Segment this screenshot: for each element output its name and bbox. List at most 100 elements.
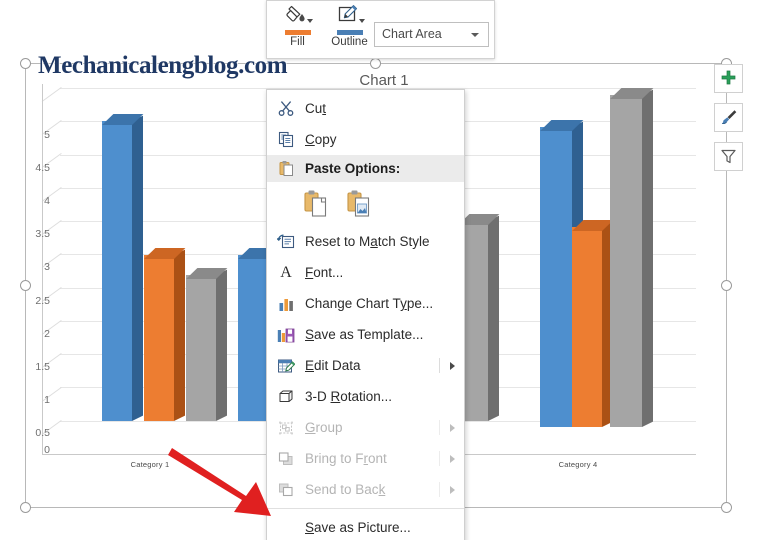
chart-elements-button[interactable] xyxy=(714,64,743,93)
selection-handle-bottom-right[interactable] xyxy=(721,502,732,513)
menu-item-label: Group xyxy=(305,420,343,435)
bar-series3-cat1[interactable] xyxy=(186,268,228,421)
y-axis-tick: 3 xyxy=(44,261,50,273)
submenu-arrow-icon xyxy=(450,362,455,370)
bar-side xyxy=(642,89,653,427)
outline-button[interactable]: Outline xyxy=(326,4,373,48)
fill-button[interactable]: Fill xyxy=(274,4,321,48)
menu-item-font[interactable]: A Font... xyxy=(267,257,464,288)
menu-item-save-as-picture[interactable]: Save as Picture... xyxy=(267,512,464,540)
clipboard-document-icon xyxy=(304,190,327,217)
bar-face xyxy=(186,275,216,421)
y-axis-tick: 0.5 xyxy=(35,427,50,439)
menu-item-label: Send to Back xyxy=(305,482,386,497)
y-axis-tick: 3.5 xyxy=(35,228,50,240)
menu-item-reset-to-match-style[interactable]: Reset to Match Style xyxy=(267,226,464,257)
menu-item-copy[interactable]: Copy xyxy=(267,124,464,155)
submenu-divider xyxy=(439,420,440,435)
menu-item-label: Bring to Front xyxy=(305,451,387,466)
bar-side xyxy=(488,215,499,421)
font-a-icon: A xyxy=(280,263,292,281)
mini-toolbar: Fill Outline Chart Area xyxy=(266,0,495,59)
submenu-divider xyxy=(439,482,440,497)
copy-icon xyxy=(267,124,305,155)
bar-series3-cat4[interactable] xyxy=(610,88,654,427)
edit-data-icon xyxy=(267,350,305,381)
y-axis-tick: 2.5 xyxy=(35,295,50,307)
submenu-arrow-icon xyxy=(450,424,455,432)
outline-dropdown-caret-icon[interactable] xyxy=(359,19,365,23)
bar-series2-cat4[interactable] xyxy=(572,220,614,427)
menu-item-label: Edit Data xyxy=(305,358,361,373)
bar-face xyxy=(102,121,132,421)
menu-item-save-as-template[interactable]: Save as Template... xyxy=(267,319,464,350)
y-axis-tick: 0 xyxy=(44,444,50,456)
fill-bucket-icon xyxy=(286,5,305,22)
menu-item-label: 3-D Rotation... xyxy=(305,389,393,404)
bar-face xyxy=(572,227,602,427)
context-menu: Cut Copy Paste Options: Reset to Match S… xyxy=(266,89,465,540)
fill-dropdown-caret-icon[interactable] xyxy=(307,19,313,23)
chart-floating-buttons xyxy=(714,64,743,181)
bar-series1-cat4[interactable] xyxy=(540,120,584,427)
menu-item-label: Change Chart Type... xyxy=(305,296,434,311)
menu-item-label: Cut xyxy=(305,101,327,116)
menu-item-group: Group xyxy=(267,412,464,443)
group-icon xyxy=(267,412,305,443)
selection-handle-middle-left[interactable] xyxy=(20,280,31,291)
chevron-down-icon[interactable] xyxy=(471,33,479,37)
chart-element-selector-value: Chart Area xyxy=(382,27,442,41)
plus-icon xyxy=(721,70,736,85)
funnel-icon xyxy=(721,149,736,164)
bar-side xyxy=(132,115,143,421)
bar-series2-cat1[interactable] xyxy=(144,248,186,421)
submenu-arrow-icon xyxy=(450,455,455,463)
menu-item-label: Save as Picture... xyxy=(305,520,411,535)
menu-item-bring-to-front: Bring to Front xyxy=(267,443,464,474)
submenu-divider xyxy=(439,451,440,466)
annotation-arrow-icon xyxy=(168,448,271,516)
axis-depth-line xyxy=(41,86,62,102)
selection-handle-top-left[interactable] xyxy=(20,58,31,69)
save-template-icon xyxy=(267,319,305,350)
menu-item-cut[interactable]: Cut xyxy=(267,93,464,124)
chart-element-selector[interactable]: Chart Area xyxy=(374,22,489,47)
fill-label: Fill xyxy=(290,36,305,48)
outline-pencil-icon xyxy=(338,5,358,22)
menu-item-label: Font... xyxy=(305,265,344,280)
y-axis-tick: 4 xyxy=(44,195,50,207)
watermark-text: Mechanicalengblog.com xyxy=(38,52,288,79)
submenu-arrow-icon xyxy=(450,486,455,494)
chart-filters-button[interactable] xyxy=(714,142,743,171)
paste-picture-button[interactable] xyxy=(346,188,376,220)
x-axis-category-label: Category 4 xyxy=(558,460,598,469)
menu-item-change-chart-type[interactable]: Change Chart Type... xyxy=(267,288,464,319)
bar-face xyxy=(238,255,268,421)
menu-item-label: Paste Options: xyxy=(305,161,401,176)
scissors-icon xyxy=(267,93,305,124)
bar-series1-cat1[interactable] xyxy=(102,114,144,421)
selection-handle-bottom-left[interactable] xyxy=(20,502,31,513)
powerpoint-slide-canvas: Chart 1 5 4.5 4 3.5 3 2.5 2 1.5 1 0.5 0 … xyxy=(0,0,768,540)
3d-rotation-icon xyxy=(267,381,305,412)
bar-face xyxy=(610,95,642,427)
submenu-divider xyxy=(439,358,440,373)
paintbrush-icon xyxy=(721,110,737,124)
menu-item-label: Copy xyxy=(305,132,337,147)
menu-item-3d-rotation[interactable]: 3-D Rotation... xyxy=(267,381,464,412)
selection-handle-middle-right[interactable] xyxy=(721,280,732,291)
paste-options-row xyxy=(267,182,464,226)
chart-styles-button[interactable] xyxy=(714,103,743,132)
paste-keep-source-formatting-button[interactable] xyxy=(303,188,333,220)
clipboard-picture-icon xyxy=(347,190,370,217)
menu-item-send-to-back: Send to Back xyxy=(267,474,464,505)
menu-item-paste-options: Paste Options: xyxy=(267,155,464,182)
selection-handle-top-center[interactable] xyxy=(370,58,381,69)
menu-item-label: Save as Template... xyxy=(305,327,424,342)
bar-face xyxy=(144,255,174,421)
bar-chart-icon xyxy=(267,288,305,319)
y-axis-tick: 4.5 xyxy=(35,162,50,174)
bar-series1-cat2[interactable] xyxy=(238,248,280,421)
menu-item-edit-data[interactable]: Edit Data xyxy=(267,350,464,381)
reset-style-icon xyxy=(267,226,305,257)
